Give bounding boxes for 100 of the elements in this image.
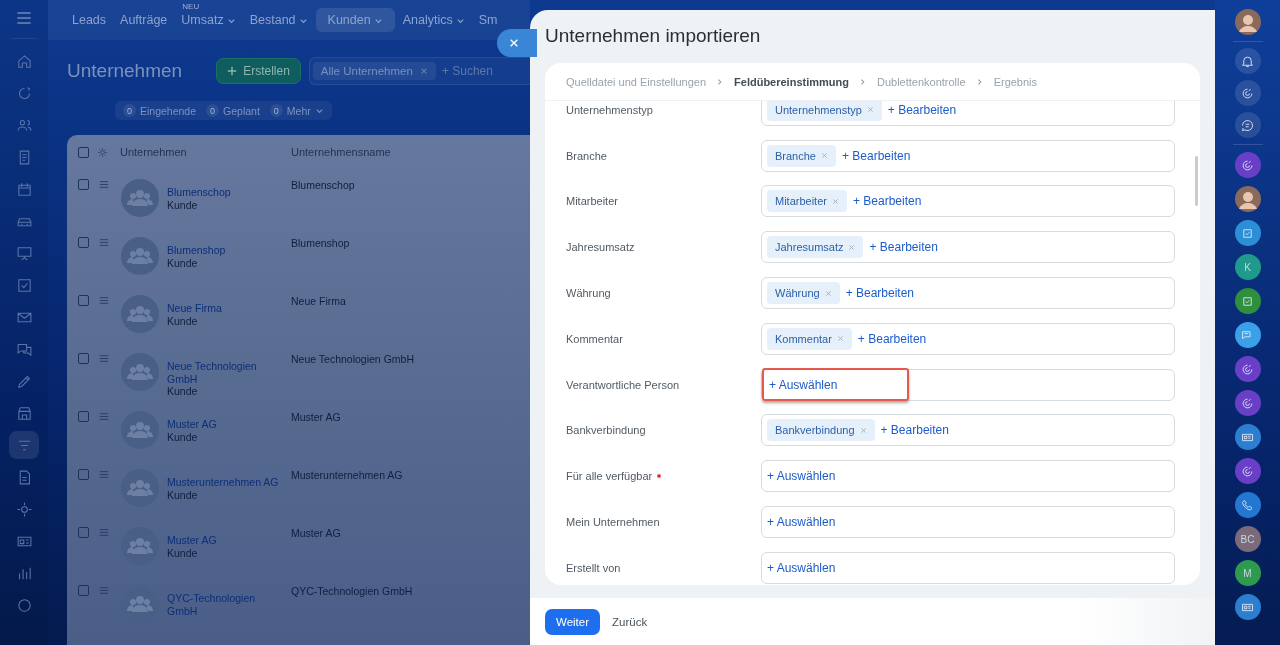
swirl-icon[interactable]	[1234, 390, 1261, 416]
input-field[interactable]: + Auswählen	[761, 551, 1175, 584]
remove-icon[interactable]	[419, 67, 428, 75]
input-field[interactable]: Unternehmenstyp + Bearbeiten	[761, 101, 1175, 126]
add-link[interactable]: + Auswählen	[767, 469, 836, 484]
chat-icon[interactable]	[1234, 322, 1261, 348]
nav-tab[interactable]: Aufträge	[114, 10, 174, 30]
create-button[interactable]: Erstellen	[216, 58, 301, 84]
company-avatar-icon	[121, 469, 159, 507]
table-cell: QYC-Technologien GmbH	[291, 585, 413, 597]
field-tag[interactable]: Jahresumsatz	[767, 236, 864, 259]
check-icon[interactable]	[1234, 220, 1261, 246]
contact-card-icon[interactable]	[1234, 424, 1261, 450]
input-field[interactable]: Kommentar + Bearbeiten	[761, 322, 1175, 355]
chevron-icon	[314, 106, 324, 115]
checkbox[interactable]	[78, 527, 89, 538]
drag-handle-icon[interactable]	[99, 413, 109, 420]
checkbox[interactable]	[78, 353, 89, 364]
remove-icon[interactable]	[859, 426, 867, 434]
sidebar-item[interactable]	[9, 431, 39, 459]
drag-handle-icon[interactable]	[99, 297, 109, 304]
dialog-title: Unternehmen importieren	[544, 24, 762, 48]
input-field[interactable]: Mitarbeiter + Bearbeiten	[761, 185, 1175, 218]
field-tag[interactable]: Kommentar	[767, 327, 852, 350]
add-link[interactable]: + Bearbeiten	[845, 286, 915, 301]
field-label: Unternehmenstyp	[565, 103, 654, 116]
close-button[interactable]	[497, 29, 537, 57]
input-field[interactable]: Bankverbindung + Bearbeiten	[761, 414, 1175, 447]
field-tag[interactable]: Unternehmenstyp	[767, 101, 882, 121]
add-link[interactable]: + Bearbeiten	[857, 331, 927, 346]
remove-icon[interactable]	[866, 106, 874, 114]
counter-filter[interactable]: 0 Geplant	[206, 104, 260, 117]
field-tag[interactable]: Branche	[767, 144, 836, 167]
input-field[interactable]: Währung + Bearbeiten	[761, 277, 1175, 310]
drag-handle-icon[interactable]	[99, 239, 109, 246]
drag-handle-icon[interactable]	[99, 587, 109, 594]
checkbox[interactable]	[78, 147, 89, 158]
next-button[interactable]: Weiter	[545, 608, 601, 635]
field-tag[interactable]: Bankverbindung	[767, 419, 875, 442]
user-avatar-icon[interactable]	[1234, 186, 1261, 212]
remove-icon[interactable]	[821, 152, 828, 160]
field-label: Jahresumsatz	[565, 241, 636, 254]
back-button[interactable]: Zurück	[604, 615, 656, 628]
nav-tab[interactable]: NEU Umsatz	[175, 1, 242, 30]
user-initials[interactable]: BC	[1234, 526, 1261, 552]
nav-tab[interactable]: Bestand	[243, 10, 314, 30]
swirl-icon[interactable]	[1234, 356, 1261, 382]
drag-handle-icon[interactable]	[99, 181, 109, 188]
field-tag[interactable]: Währung	[767, 282, 840, 305]
table-cell: Muster AG	[291, 411, 341, 423]
counter-filter[interactable]: 0 Eingehende	[123, 104, 197, 117]
add-link[interactable]: + Bearbeiten	[869, 240, 938, 255]
add-link[interactable]: + Auswählen	[762, 368, 909, 402]
input-field[interactable]: Branche + Bearbeiten	[761, 139, 1175, 172]
swirl-icon[interactable]	[1234, 458, 1261, 484]
field-tag[interactable]: Mitarbeiter	[767, 190, 847, 213]
input-field[interactable]: + Auswählen	[761, 460, 1175, 493]
contact-card-icon[interactable]	[1234, 594, 1261, 620]
field-label: Mein Unternehmen	[565, 516, 661, 529]
field-label: Verantwortliche Person	[565, 378, 681, 391]
user-avatar-icon[interactable]	[1234, 9, 1261, 35]
swirl-icon[interactable]	[1234, 80, 1261, 106]
page-title: Unternehmen	[67, 60, 183, 82]
add-link[interactable]: + Bearbeiten	[887, 102, 957, 117]
drag-handle-icon[interactable]	[99, 355, 109, 362]
bell-icon[interactable]	[1234, 48, 1261, 74]
checkbox[interactable]	[78, 585, 89, 596]
table-cell: Blumenschop	[291, 179, 355, 191]
input-field[interactable]: + Auswählen	[761, 368, 1175, 401]
add-link[interactable]: + Bearbeiten	[852, 194, 922, 209]
messages-icon[interactable]	[1234, 112, 1261, 138]
company-avatar-icon	[121, 237, 159, 275]
input-field[interactable]: Jahresumsatz + Bearbeiten	[761, 231, 1175, 264]
step-label: Ergebnis	[993, 75, 1038, 88]
drag-handle-icon[interactable]	[99, 471, 109, 478]
phone-icon[interactable]	[1234, 492, 1261, 518]
nav-tab[interactable]: Sm	[472, 10, 504, 30]
add-link[interactable]: + Auswählen	[767, 560, 836, 575]
checkbox[interactable]	[78, 469, 89, 480]
company-avatar-icon	[121, 353, 159, 391]
table-cell: Neue Technologien GmbH	[291, 353, 414, 365]
checkbox[interactable]	[78, 411, 89, 422]
company-avatar-icon	[121, 295, 159, 333]
checkbox[interactable]	[78, 295, 89, 306]
check-icon[interactable]	[1234, 288, 1261, 314]
checkbox[interactable]	[78, 237, 89, 248]
remove-icon[interactable]	[831, 198, 839, 205]
nav-tab[interactable]: Analytics	[396, 10, 471, 30]
swirl-icon[interactable]	[1234, 152, 1261, 178]
add-link[interactable]: + Bearbeiten	[880, 423, 949, 438]
remove-icon[interactable]	[824, 289, 832, 297]
remove-icon[interactable]	[836, 335, 844, 343]
add-link[interactable]: + Bearbeiten	[842, 148, 911, 163]
drag-handle-icon[interactable]	[99, 529, 109, 536]
counter-filter[interactable]: 0 Mehr	[269, 104, 324, 117]
remove-icon[interactable]	[848, 243, 856, 251]
checkbox[interactable]	[78, 179, 89, 190]
add-link[interactable]: + Auswählen	[767, 515, 836, 530]
nav-tab[interactable]: Leads	[66, 10, 113, 30]
input-field[interactable]: + Auswählen	[761, 506, 1175, 539]
